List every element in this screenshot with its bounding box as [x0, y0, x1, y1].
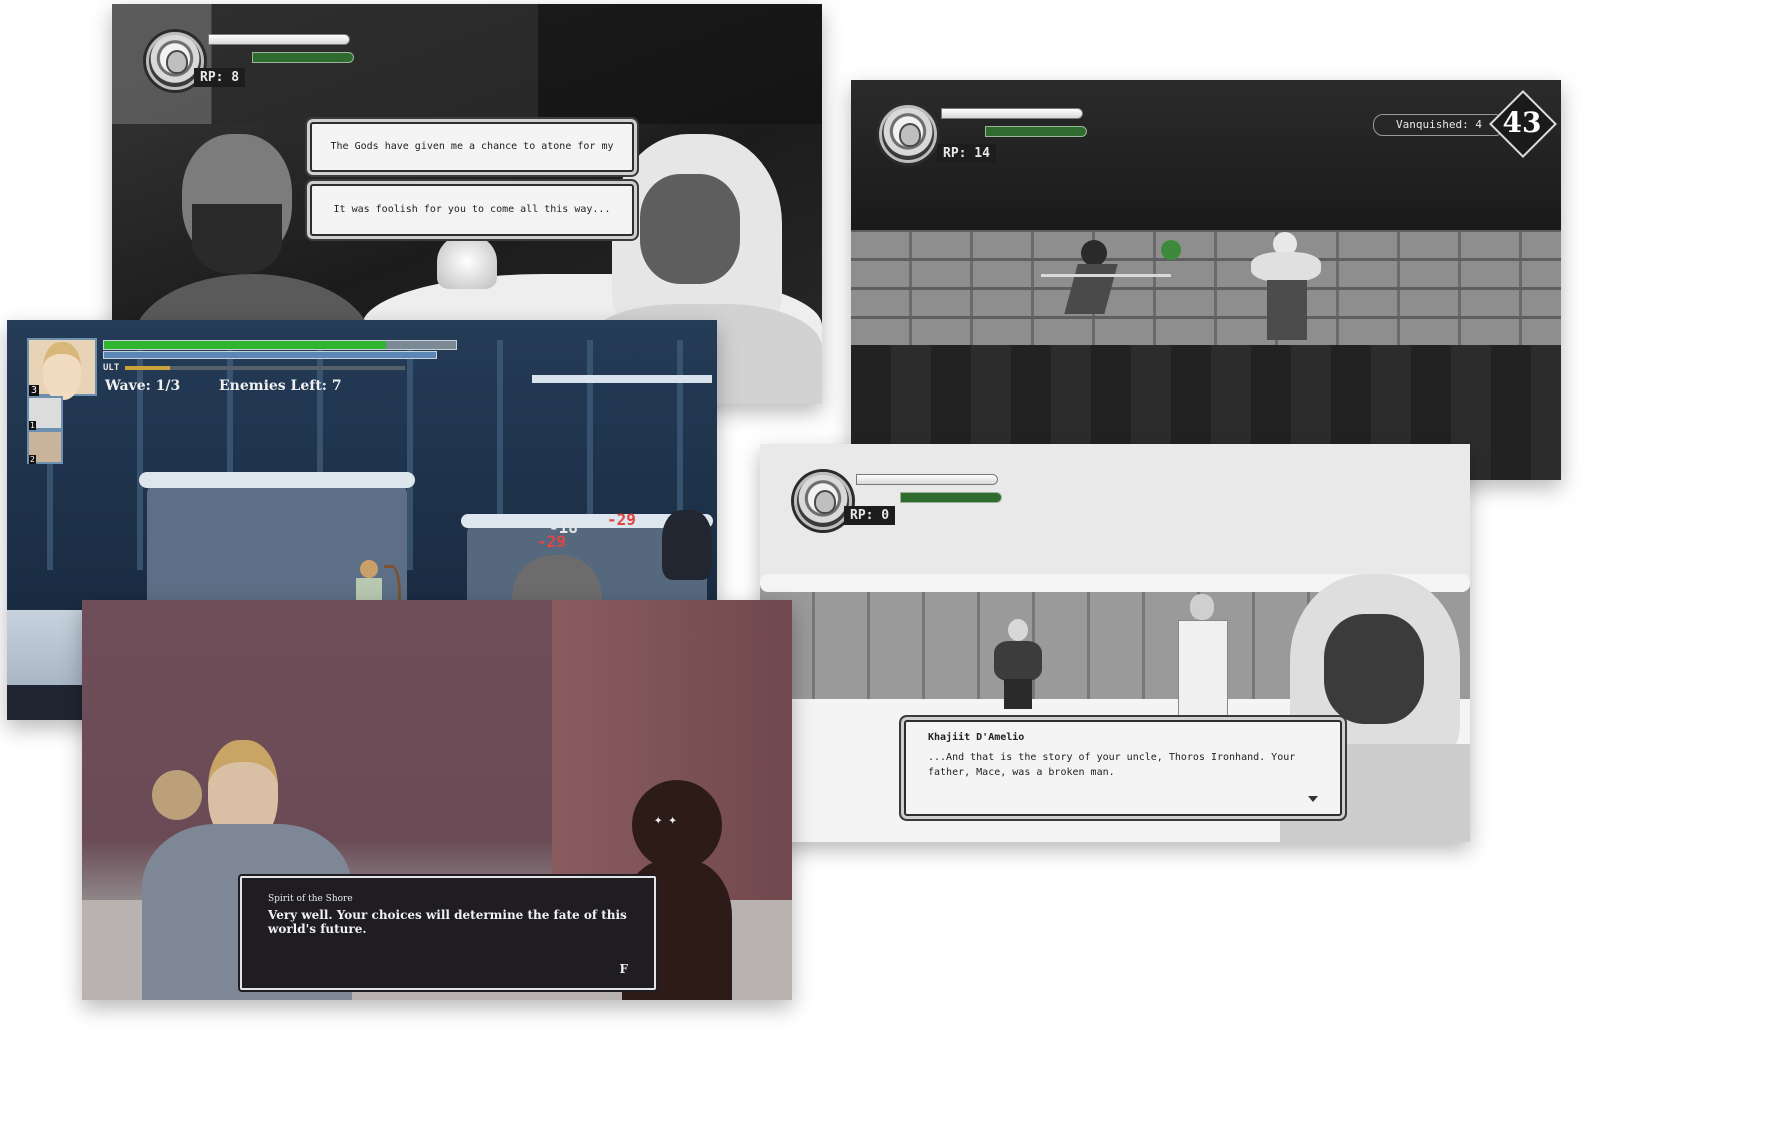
portrait-3[interactable]: 2 — [27, 430, 63, 464]
stamina-bar — [900, 492, 1002, 503]
portrait-3-level: 2 — [29, 455, 36, 464]
stamina-bar — [985, 126, 1087, 137]
portrait-main-level: 3 — [29, 385, 40, 396]
winged-enemy — [662, 510, 712, 580]
health-bar-fill — [104, 341, 386, 349]
armored-warrior — [988, 619, 1048, 709]
stone-wall — [851, 230, 1561, 345]
mana-bar — [103, 351, 437, 359]
rp-counter: RP: 8 — [194, 68, 246, 87]
story-dialogue-box: Khajiit D'Amelio ...And that is the stor… — [904, 720, 1342, 816]
campfire — [437, 234, 497, 289]
spirit-dialogue-box: Spirit of the Shore Very well. Your choi… — [240, 876, 656, 990]
brawler-enemy — [1231, 230, 1341, 340]
damage-number-3: -29 — [607, 510, 636, 529]
enemies-left-text: Enemies Left: 7 — [219, 378, 342, 394]
vanquished-label: Vanquished: 4 — [1395, 118, 1483, 131]
portrait-2[interactable]: 1 — [27, 396, 63, 430]
spirit-speaker-name: Spirit of the Shore — [268, 894, 353, 904]
kill-counter: 43 — [1502, 106, 1542, 139]
screenshot-snow-story: RP: 0 Khajiit D'Amelio ...And that is th… — [760, 444, 1470, 842]
ult-bar-track — [125, 366, 405, 370]
chevron-down-icon[interactable] — [1308, 796, 1318, 802]
screenshot-wall-fight: RP: 14 Vanquished: 4 43 — [851, 80, 1561, 480]
health-bar — [856, 474, 998, 485]
health-bar — [941, 108, 1083, 119]
health-bar — [208, 34, 350, 45]
ult-label: ULT — [103, 363, 120, 373]
screenshot-spirit: ✦✦ Spirit of the Shore Very well. Your c… — [82, 600, 792, 1000]
rp-counter: RP: 0 — [844, 506, 896, 525]
ult-bar-fill — [125, 366, 170, 370]
key-hint[interactable]: F — [619, 962, 628, 976]
story-dialogue-text: ...And that is the story of your uncle, … — [928, 752, 1296, 778]
health-bar-track — [103, 340, 457, 350]
green-orb — [1161, 240, 1181, 260]
portrait-2-level: 1 — [29, 421, 36, 430]
speaker-name: Khajiit D'Amelio — [928, 732, 1025, 743]
leaping-spearman — [1041, 240, 1171, 335]
wave-text: Wave: 1/3 — [105, 378, 181, 394]
dialogue-box-2: It was foolish for you to come all this … — [310, 184, 634, 236]
dialogue-box-1: The Gods have given me a chance to atone… — [310, 122, 634, 198]
emblem-icon — [879, 105, 937, 163]
white-cat-figure — [1172, 594, 1232, 716]
spirit-dialogue-text: Very well. Your choices will determine t… — [268, 908, 627, 936]
portrait-main[interactable]: 3 — [27, 338, 97, 400]
spirit-eyes: ✦✦ — [654, 812, 683, 828]
upper-ledge — [532, 375, 712, 383]
stamina-bar — [252, 52, 354, 63]
cave-rocks — [112, 4, 822, 124]
damage-number-2: -29 — [537, 532, 566, 551]
dialogue-text-2: It was foolish for you to come all this … — [333, 204, 611, 215]
vanquished-panel: Vanquished: 4 — [1373, 114, 1505, 136]
rp-counter: RP: 14 — [937, 144, 996, 163]
